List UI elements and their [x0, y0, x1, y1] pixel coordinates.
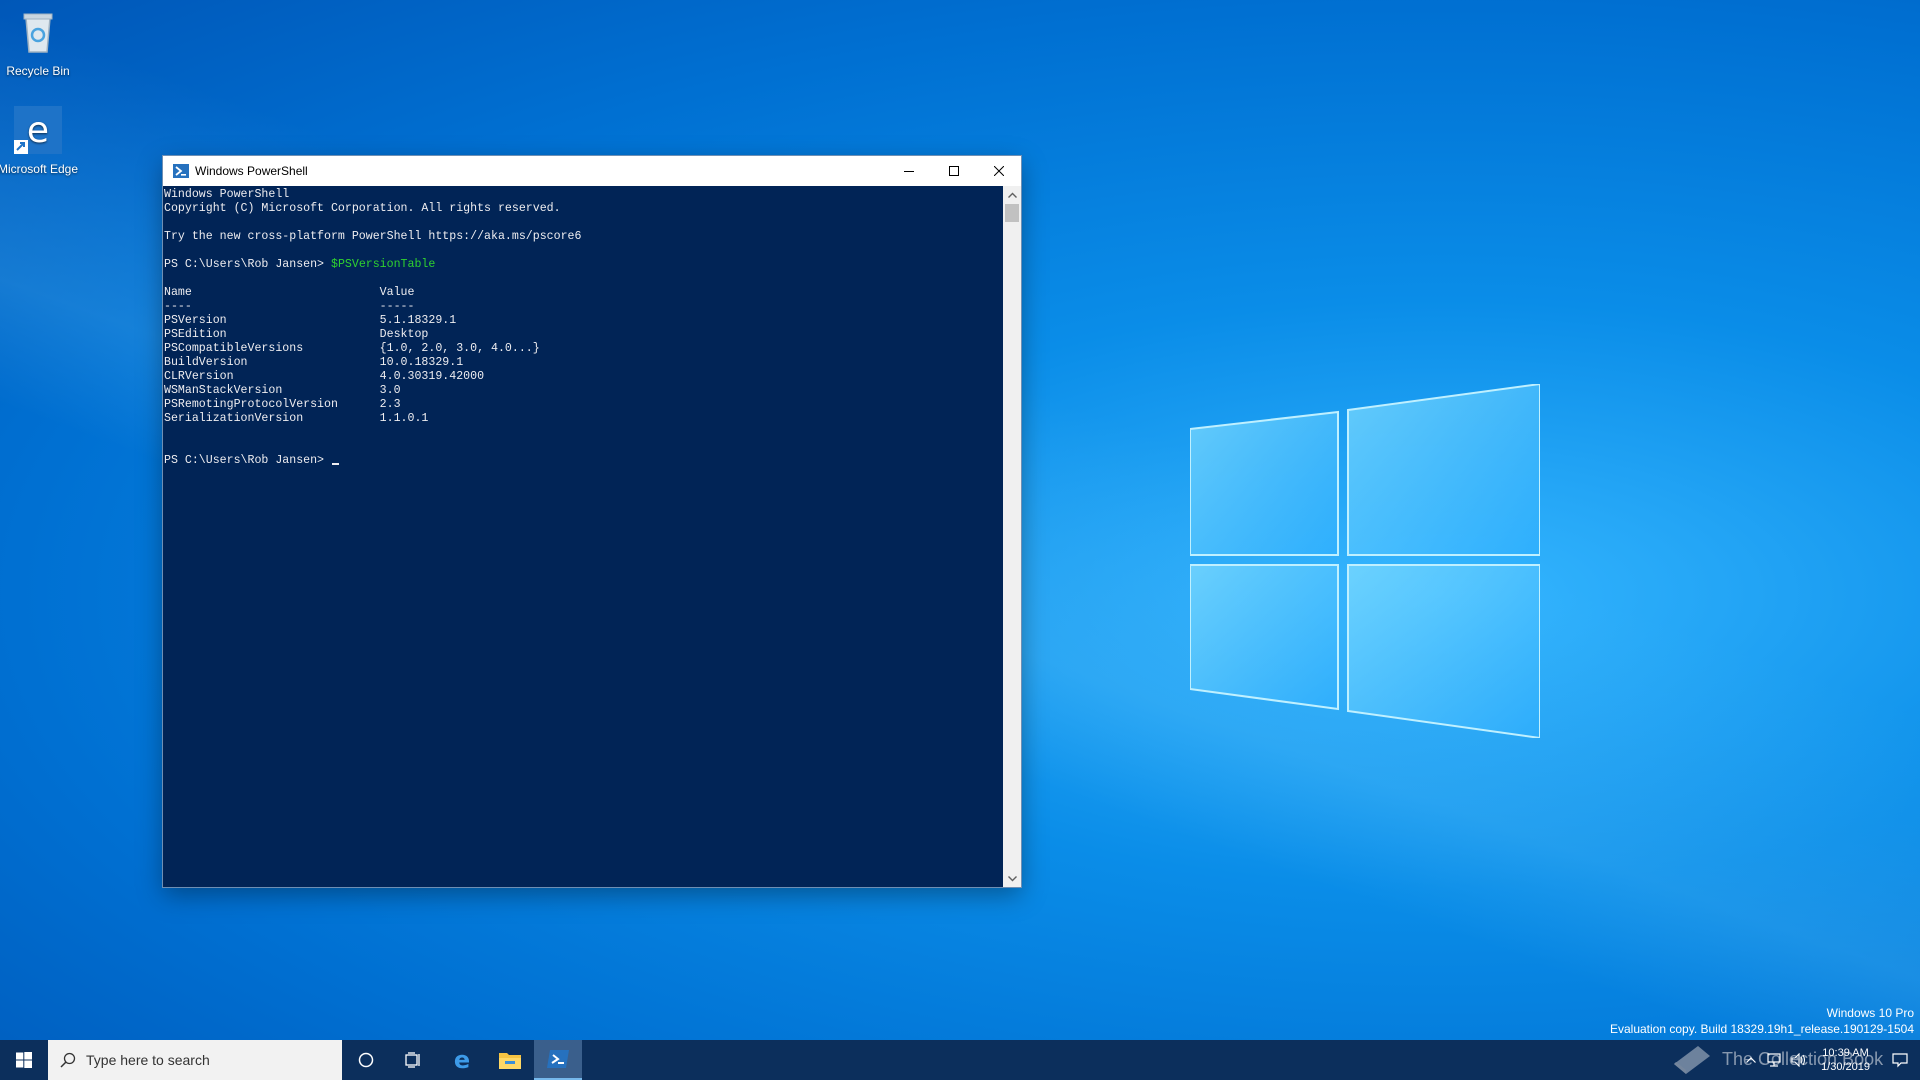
- chevron-up-icon: [1007, 192, 1017, 198]
- console-prompt: PS C:\Users\Rob Jansen>: [164, 258, 331, 271]
- console-output[interactable]: Windows PowerShell Copyright (C) Microso…: [163, 186, 1003, 887]
- powershell-icon: [547, 1050, 569, 1068]
- console-line: Try the new cross-platform PowerShell ht…: [164, 230, 582, 243]
- table-row: BuildVersion 10.0.18329.1: [164, 356, 464, 369]
- window-title: Windows PowerShell: [195, 164, 308, 178]
- desktop-icon-edge[interactable]: e Microsoft Edge: [0, 106, 80, 177]
- recycle-bin-icon: [23, 13, 53, 53]
- table-row: PSEdition Desktop: [164, 328, 429, 341]
- table-row: PSRemotingProtocolVersion 2.3: [164, 398, 401, 411]
- start-button[interactable]: [0, 1040, 48, 1080]
- powershell-icon: [173, 164, 189, 178]
- console-command: $PSVersionTable: [330, 258, 436, 271]
- vertical-scrollbar[interactable]: [1003, 186, 1021, 887]
- file-explorer-icon: [499, 1053, 521, 1069]
- edition-watermark: Windows 10 Pro Evaluation copy. Build 18…: [1610, 1005, 1914, 1037]
- edge-icon: e: [14, 106, 62, 154]
- close-icon: [993, 166, 1004, 176]
- minimize-button[interactable]: [886, 156, 931, 186]
- svg-text:e: e: [454, 1048, 470, 1072]
- search-placeholder: Type here to search: [86, 1052, 210, 1068]
- brand-watermark: The Collection Book: [1670, 1038, 1910, 1080]
- maximize-icon: [948, 166, 959, 176]
- desktop-icon-recycle-bin[interactable]: Recycle Bin: [0, 8, 80, 79]
- table-row: SerializationVersion 1.1.0.1: [164, 412, 429, 425]
- window-titlebar[interactable]: Windows PowerShell: [163, 156, 1021, 186]
- task-view-icon: [405, 1052, 420, 1068]
- scroll-down-button[interactable]: [1003, 870, 1021, 887]
- table-row: PSCompatibleVersions {1.0, 2.0, 3.0, 4.0…: [164, 342, 540, 355]
- scroll-up-button[interactable]: [1003, 186, 1021, 203]
- start-icon: [16, 1052, 32, 1068]
- table-header: Name Value: [164, 286, 415, 299]
- chevron-down-icon: [1007, 875, 1017, 881]
- console-line: Copyright (C) Microsoft Corporation. All…: [164, 202, 561, 215]
- taskbar: Type here to search e 10:39 AM 1/30/2019: [0, 1040, 1920, 1080]
- table-rule: ---- -----: [164, 300, 415, 313]
- svg-text:e: e: [27, 110, 49, 151]
- search-icon: [60, 1052, 76, 1068]
- task-view-button[interactable]: [390, 1040, 438, 1080]
- scrollbar-thumb[interactable]: [1005, 204, 1019, 222]
- table-row: PSVersion 5.1.18329.1: [164, 314, 457, 327]
- windows-logo-wallpaper: [1190, 384, 1540, 738]
- powershell-window[interactable]: Windows PowerShell Windows PowerShell Co…: [163, 156, 1021, 887]
- search-box[interactable]: Type here to search: [48, 1040, 342, 1080]
- brand-watermark-text: The Collection Book: [1722, 1048, 1884, 1069]
- table-row: CLRVersion 4.0.30319.42000: [164, 370, 485, 383]
- console-line: Windows PowerShell: [164, 188, 290, 201]
- minimize-icon: [903, 171, 914, 172]
- taskbar-edge-button[interactable]: e: [438, 1040, 486, 1080]
- desktop-icon-label: Microsoft Edge: [0, 162, 79, 176]
- cortana-button[interactable]: [342, 1040, 390, 1080]
- maximize-button[interactable]: [931, 156, 976, 186]
- close-button[interactable]: [976, 156, 1021, 186]
- edition-line: Windows 10 Pro: [1826, 1006, 1914, 1020]
- taskbar-powershell-button[interactable]: [534, 1040, 582, 1080]
- table-row: WSManStackVersion 3.0: [164, 384, 401, 397]
- cortana-icon: [358, 1052, 374, 1068]
- book-logo-icon: [1674, 1046, 1710, 1074]
- desktop-icon-label: Recycle Bin: [6, 64, 70, 78]
- text-cursor: [331, 463, 339, 465]
- taskbar-file-explorer-button[interactable]: [486, 1040, 534, 1080]
- console-prompt: PS C:\Users\Rob Jansen>: [164, 454, 331, 467]
- edge-icon: e: [454, 1048, 470, 1072]
- build-line: Evaluation copy. Build 18329.19h1_releas…: [1609, 1022, 1914, 1036]
